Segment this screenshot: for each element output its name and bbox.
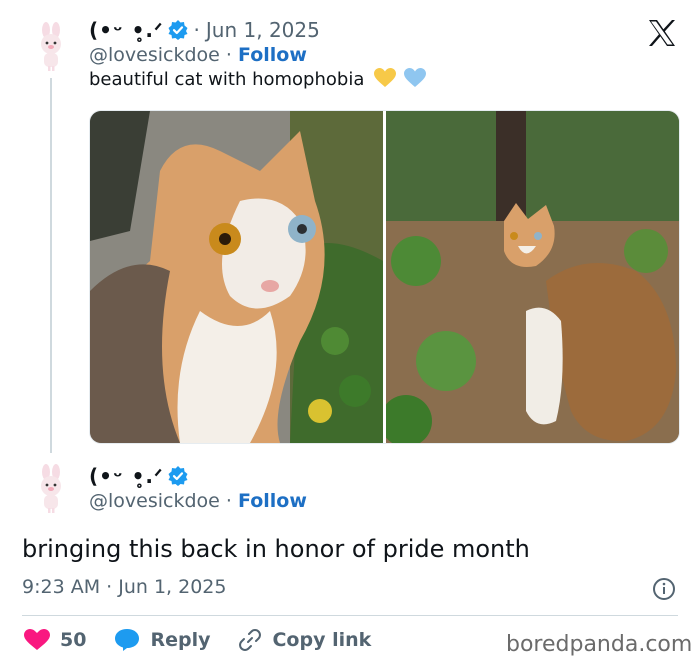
tweet-text: beautiful cat with homophobia — [89, 68, 426, 93]
dot-separator: · — [225, 490, 232, 512]
link-icon — [239, 629, 262, 651]
tweet1-handle-row: @lovesickdoe · Follow — [89, 44, 307, 66]
like-count: 50 — [60, 629, 87, 651]
display-name[interactable]: (•ᵕ •̥.ᐟ — [89, 464, 164, 488]
reply-button[interactable]: Reply — [114, 628, 210, 652]
yellow-heart-icon — [374, 68, 397, 93]
cat-photo-closeup[interactable] — [90, 111, 383, 443]
action-bar: 50 Reply Copy link — [24, 628, 399, 652]
tweet-date[interactable]: Jun 1, 2025 — [206, 18, 320, 42]
avatar[interactable] — [36, 464, 66, 514]
x-logo-icon[interactable] — [648, 20, 676, 46]
dot-separator: · — [193, 18, 200, 42]
dot-separator: · — [225, 44, 232, 66]
blue-heart-icon — [403, 68, 426, 93]
info-icon[interactable] — [652, 577, 676, 601]
avatar[interactable] — [36, 22, 66, 72]
cat-photo-garden[interactable] — [386, 111, 679, 443]
watermark: boredpanda.com — [506, 632, 693, 657]
copy-link-label: Copy link — [272, 629, 372, 651]
handle[interactable]: @lovesickdoe — [89, 44, 220, 66]
tweet1-header: (•ᵕ •̥.ᐟ · Jun 1, 2025 — [89, 18, 320, 42]
tweet-text: bringing this back in honor of pride mon… — [22, 535, 530, 563]
tweet-timestamp[interactable]: 9:23 AM · Jun 1, 2025 — [22, 576, 226, 598]
divider — [22, 615, 678, 616]
like-button[interactable]: 50 — [24, 629, 86, 651]
verified-badge-icon — [168, 466, 188, 486]
tweet2-header: (•ᵕ •̥.ᐟ — [89, 464, 188, 488]
reply-bubble-icon — [115, 629, 140, 651]
follow-button[interactable]: Follow — [238, 44, 307, 66]
follow-button[interactable]: Follow — [238, 490, 307, 512]
tweet-text-body: beautiful cat with homophobia — [89, 69, 365, 90]
heart-icon — [24, 629, 50, 650]
display-name[interactable]: (•ᵕ •̥.ᐟ — [89, 18, 164, 42]
verified-badge-icon — [168, 20, 188, 40]
thread-line — [50, 78, 52, 453]
tweet2-handle-row: @lovesickdoe · Follow — [89, 490, 307, 512]
media-grid — [89, 110, 680, 444]
copy-link-button[interactable]: Copy link — [238, 628, 371, 652]
reply-label: Reply — [150, 629, 211, 651]
handle[interactable]: @lovesickdoe — [89, 490, 220, 512]
